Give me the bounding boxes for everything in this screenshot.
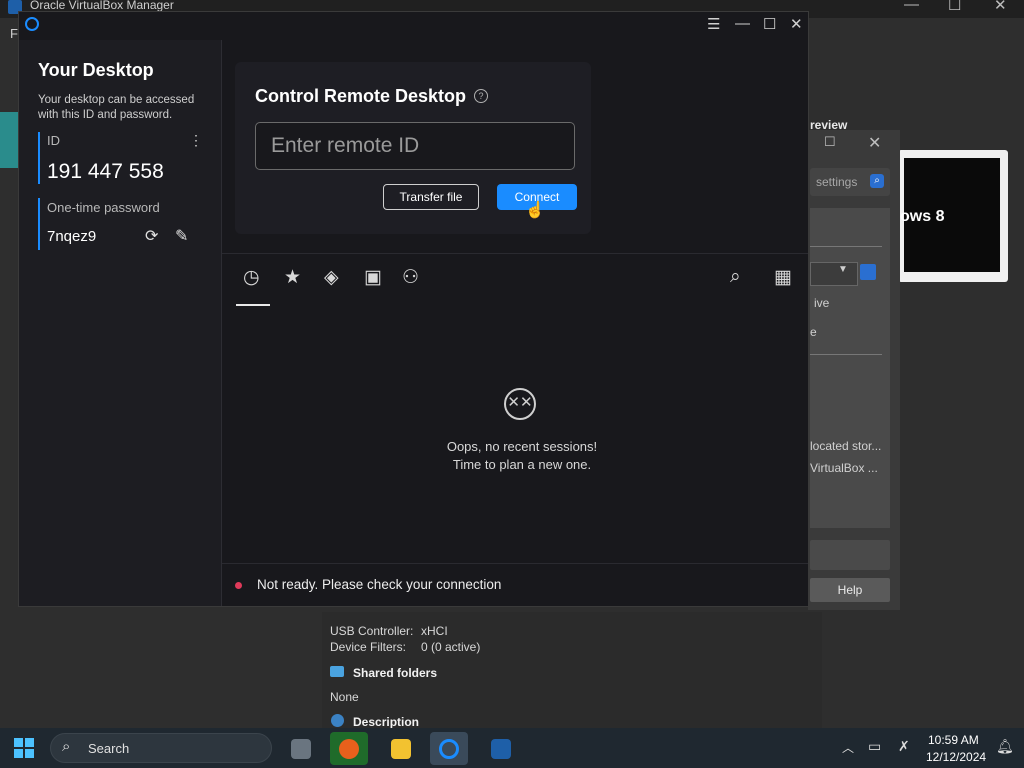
close-icon[interactable]: ✕: [994, 0, 1007, 14]
search-icon[interactable]: ⌕: [870, 174, 884, 188]
people-icon[interactable]: ⚇: [402, 266, 419, 289]
control-remote-title: Control Remote Desktop: [255, 86, 467, 106]
your-desktop-description: Your desktop can be accessed with this I…: [38, 94, 195, 121]
active-tab-indicator: [236, 304, 270, 306]
minimize-icon[interactable]: —: [904, 0, 919, 13]
description-heading[interactable]: Description: [353, 715, 419, 729]
refresh-icon[interactable]: ⟳: [145, 226, 158, 246]
settings-add-icon[interactable]: [860, 264, 876, 280]
device-filters-value: 0 (0 active): [421, 640, 481, 654]
shared-folders-value: None: [330, 690, 359, 704]
maximize-icon[interactable]: ☐: [948, 0, 961, 14]
password-accent-bar: [38, 198, 40, 250]
hand-cursor-icon: ☝: [525, 202, 545, 219]
preview-os-name: ows 8: [900, 208, 945, 225]
settings-text: ive: [814, 296, 830, 310]
notification-bell-icon[interactable]: 🔔︎: [996, 738, 1014, 755]
rustdesk-titlebar: [19, 12, 808, 40]
remote-id-input[interactable]: [255, 122, 575, 170]
minimize-icon[interactable]: —: [735, 15, 750, 32]
password-label: One-time password: [47, 200, 160, 215]
chevron-up-icon[interactable]: ︿: [842, 739, 854, 756]
your-desktop-title: Your Desktop: [38, 60, 154, 80]
connection-status: Not ready. Please check your connection: [257, 577, 502, 592]
control-remote-card: Control Remote Desktop ? Transfer file C…: [235, 62, 591, 234]
volume-muted-icon[interactable]: ✗: [898, 738, 910, 755]
settings-text: located stor...: [810, 439, 882, 453]
rustdesk-logo-icon: [25, 17, 39, 31]
transfer-file-button[interactable]: Transfer file: [383, 184, 479, 210]
chevron-down-icon: ▼: [838, 264, 848, 275]
grid-view-icon[interactable]: ▦: [774, 266, 792, 289]
help-icon[interactable]: ?: [474, 89, 488, 103]
help-button[interactable]: Help: [810, 578, 890, 602]
close-icon[interactable]: ✕: [790, 15, 803, 33]
windows-start-icon[interactable]: [14, 738, 34, 758]
usb-controller-value: xHCI: [421, 624, 448, 638]
taskbar-search-label: Search: [88, 741, 130, 756]
rustdesk-main: Control Remote Desktop ? Transfer file C…: [222, 40, 808, 606]
id-label: ID: [47, 133, 60, 148]
contact-book-icon[interactable]: ▣: [364, 266, 382, 289]
your-desktop-panel: Your Desktop Your desktop can be accesse…: [19, 40, 222, 606]
clock-icon[interactable]: ◷: [243, 266, 260, 289]
password-value[interactable]: 7nqez9: [47, 228, 96, 245]
rustdesk-window: ☰ — ☐ ✕ Your Desktop Your desktop can be…: [18, 11, 809, 607]
empty-state-message: Oops, no recent sessions! Time to plan a…: [402, 438, 642, 474]
device-filters-label: Device Filters:: [330, 640, 407, 654]
taskbar-search-box[interactable]: [50, 733, 272, 763]
settings-search-placeholder: settings: [816, 175, 858, 189]
more-vertical-icon[interactable]: ⋮: [189, 132, 203, 149]
divider: [222, 253, 808, 254]
firefox-icon: [339, 739, 359, 759]
settings-panel: [810, 208, 890, 528]
settings-text: e: [810, 325, 817, 339]
settings-close-icon[interactable]: ✕: [868, 133, 881, 153]
star-icon[interactable]: ★: [284, 266, 301, 289]
divider: [810, 354, 882, 355]
file-explorer-icon[interactable]: [391, 739, 411, 759]
usb-controller-label: USB Controller:: [330, 624, 414, 638]
settings-dropdown[interactable]: [810, 262, 858, 286]
search-icon[interactable]: ⌕: [730, 266, 741, 288]
edit-pencil-icon[interactable]: ✎: [175, 226, 188, 246]
settings-text: VirtualBox ...: [810, 461, 878, 475]
network-icon[interactable]: ▭: [868, 738, 881, 755]
search-icon: ⌕: [62, 738, 71, 755]
description-icon: [331, 714, 344, 727]
divider: [222, 563, 808, 564]
settings-bar: [810, 540, 890, 570]
settings-maximize-icon[interactable]: ☐: [824, 134, 836, 150]
compass-icon[interactable]: ◈: [324, 266, 339, 289]
virtualbox-icon[interactable]: [491, 739, 511, 759]
rustdesk-icon: [439, 739, 459, 759]
id-accent-bar: [38, 132, 40, 184]
menu-icon[interactable]: ☰: [707, 15, 720, 33]
sad-face-icon: ✕✕: [504, 388, 536, 420]
task-view-icon[interactable]: [291, 739, 311, 759]
folder-icon: [330, 666, 344, 677]
shared-folders-heading[interactable]: Shared folders: [353, 666, 437, 680]
clock-date[interactable]: 12/12/2024: [926, 750, 986, 764]
clock-time[interactable]: 10:59 AM: [928, 733, 979, 747]
maximize-icon[interactable]: ☐: [763, 15, 776, 33]
status-dot-icon: [235, 582, 242, 589]
empty-line-1: Oops, no recent sessions!: [446, 439, 598, 454]
vbox-menu-file[interactable]: F: [10, 26, 18, 41]
id-value[interactable]: 191 447 558: [47, 160, 164, 184]
vm-list-selection[interactable]: [0, 112, 18, 168]
divider: [810, 246, 882, 247]
empty-line-2: Time to plan a new one.: [452, 457, 592, 472]
